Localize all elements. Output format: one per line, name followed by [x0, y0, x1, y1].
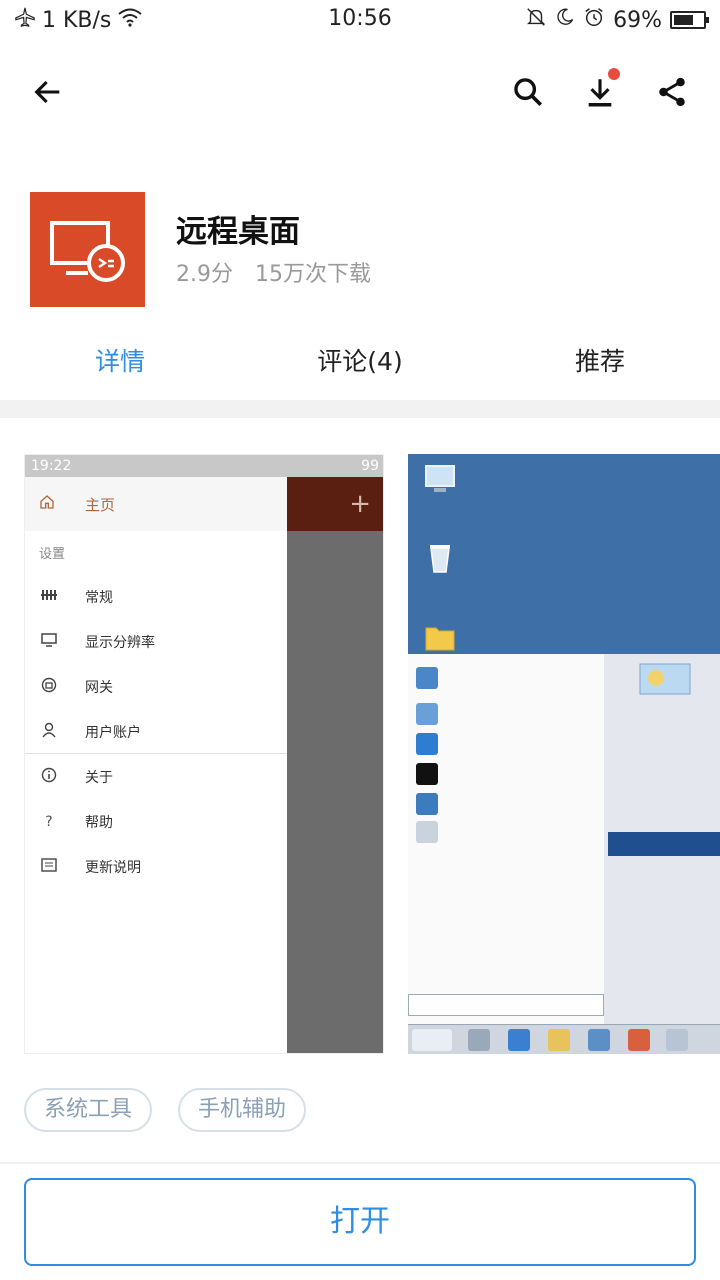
start-menu-entry: [416, 664, 438, 692]
app-downloads: 15万次下载: [255, 262, 371, 287]
notepad-icon: [416, 703, 438, 725]
ie-icon: [416, 733, 438, 755]
start-search-box: [408, 994, 604, 1016]
app-rating: 2.9分: [176, 262, 233, 287]
question-icon: ?: [45, 814, 53, 830]
battery-percent: 69%: [613, 7, 662, 33]
arrow-left-icon: [34, 80, 60, 104]
drawer-overlay: [287, 531, 383, 1053]
app-icon: [30, 192, 145, 307]
download-icon: [588, 79, 612, 107]
tab-recommend[interactable]: 推荐: [480, 330, 720, 402]
tab-bar: 详情 评论(4) 推荐: [0, 330, 720, 404]
top-toolbar: [0, 52, 720, 132]
menu-item-general: 常规: [25, 575, 287, 619]
app-icon-small: [416, 667, 438, 689]
menu-item-about: 关于: [25, 755, 287, 799]
battery-icon: [670, 11, 709, 29]
taskbar-app-icon: [628, 1029, 650, 1051]
start-menu-highlight: [608, 832, 720, 856]
download-badge: [608, 68, 620, 80]
computer-desktop-icon: [425, 465, 455, 492]
screenshot-status-bar: 19:22 99: [25, 455, 383, 477]
start-menu-entry: [416, 760, 438, 788]
program-icon: [416, 821, 438, 843]
screenshot-2[interactable]: [408, 454, 720, 1054]
menu-divider: [25, 753, 287, 754]
search-icon: [514, 78, 543, 107]
tab-separator: [0, 400, 720, 418]
taskbar-app-icon: [588, 1029, 610, 1051]
start-button: [412, 1029, 452, 1051]
back-button[interactable]: [26, 70, 70, 114]
screenshot-battery: 99: [361, 458, 379, 474]
tab-details[interactable]: 详情: [0, 330, 240, 404]
gateway-icon: [39, 677, 59, 697]
taskbar-app-icon: [548, 1029, 570, 1051]
screenshot-1[interactable]: 19:22 99 主页 + 设置 常规 显示分辨率 网关 用户账户 关于 ? 帮…: [24, 454, 384, 1054]
app-meta: 2.9分 15万次下载: [176, 256, 371, 288]
screenshot-time: 19:22: [31, 458, 72, 474]
menu-item-gateway: 网关: [25, 665, 287, 709]
folder-icon: [425, 627, 455, 651]
tag-phone-assist[interactable]: 手机辅助: [178, 1088, 307, 1132]
status-bar: 1 KB/s 10:56 69%: [0, 0, 720, 40]
alarm-icon: [583, 6, 605, 34]
app-name: 远程桌面: [176, 214, 300, 250]
plus-icon: +: [349, 489, 371, 519]
start-menu-entry: [416, 700, 438, 728]
drawer-add-area: +: [287, 477, 383, 531]
tag-system-tools[interactable]: 系统工具: [24, 1088, 153, 1132]
search-button[interactable]: [506, 70, 550, 114]
taskbar-app-icon: [508, 1029, 530, 1051]
notes-icon: [39, 858, 59, 876]
moon-icon: [555, 7, 575, 33]
taskbar: [408, 1024, 720, 1054]
taskbar-app-icon: [468, 1029, 490, 1051]
taskbar-app-icon: [666, 1029, 688, 1051]
start-menu-entry: [416, 818, 438, 846]
info-icon: [39, 767, 59, 787]
start-menu-entry: [416, 790, 438, 818]
home-label: 主页: [85, 495, 116, 514]
recycle-bin-icon: [430, 545, 450, 573]
share-button[interactable]: [650, 70, 694, 114]
menu-item-user-accounts: 用户账户: [25, 710, 287, 754]
remote-desktop-icon: [49, 220, 125, 282]
mute-bell-icon: [525, 6, 547, 34]
bottom-divider: [0, 1162, 720, 1164]
user-picture-icon: [639, 663, 691, 695]
monitor-icon: [39, 633, 59, 651]
open-button[interactable]: 打开: [24, 1178, 696, 1266]
cmd-icon: [416, 763, 438, 785]
menu-item-resolution: 显示分辨率: [25, 620, 287, 664]
sliders-icon: [39, 588, 59, 606]
download-button[interactable]: [578, 68, 622, 114]
share-icon: [659, 77, 685, 107]
start-menu-entry: [416, 730, 438, 758]
menu-item-release-notes: 更新说明: [25, 845, 287, 889]
settings-section-label: 设置: [39, 547, 66, 562]
tab-reviews[interactable]: 评论(4): [240, 330, 480, 402]
home-icon: [39, 494, 59, 514]
user-icon: [39, 722, 59, 742]
drawer-home-row: 主页: [25, 477, 287, 531]
menu-item-help: ? 帮助: [25, 800, 287, 844]
network-icon: [416, 793, 438, 815]
